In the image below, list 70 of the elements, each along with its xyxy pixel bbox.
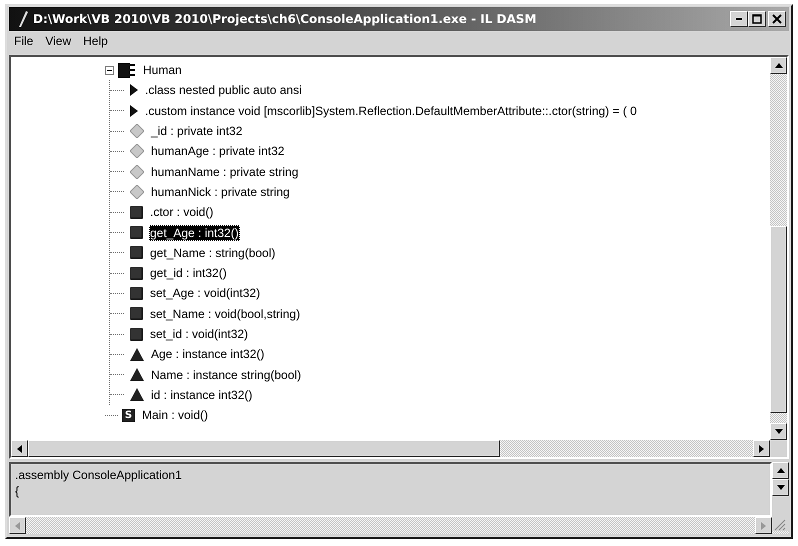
method-square-icon [130, 226, 143, 240]
minimize-icon [736, 18, 742, 20]
method-square-icon [130, 328, 143, 340]
class-icon [118, 62, 136, 78]
maximize-icon [752, 14, 762, 24]
down-arrow-icon [776, 485, 784, 490]
resize-grip-icon[interactable] [772, 517, 789, 531]
scroll-down-button[interactable] [772, 479, 789, 496]
tree-item[interactable]: get_Age : int32() [149, 224, 240, 241]
minimize-button[interactable] [730, 11, 748, 27]
scrollbar-thumb[interactable] [28, 440, 500, 457]
up-arrow-icon [774, 63, 782, 68]
maximize-button[interactable] [748, 11, 766, 27]
tree-item[interactable]: get_id : int32() [149, 265, 228, 282]
up-arrow-icon [776, 468, 784, 473]
output-line: .assembly ConsoleApplication1 [15, 467, 182, 483]
window-title: D:\Work\VB 2010\VB 2010\Projects\ch6\ConsoleApplication1.exe - IL DASM [33, 12, 538, 26]
scroll-up-button[interactable] [772, 462, 789, 479]
diamond-icon [130, 124, 144, 138]
scroll-down-button[interactable] [770, 423, 787, 440]
close-button[interactable] [768, 11, 786, 27]
down-arrow-icon [774, 429, 782, 434]
left-arrow-icon [15, 522, 20, 530]
tree-item[interactable]: get_Name : string(bool) [149, 244, 276, 261]
vertical-scrollbar[interactable] [770, 57, 787, 440]
menu-item[interactable]: Help [83, 34, 108, 48]
method-square-icon [130, 307, 143, 320]
tree-item[interactable]: humanName : private string [150, 164, 300, 180]
up-triangle-icon [130, 368, 144, 382]
tree-item[interactable]: set_Age : void(int32) [149, 285, 262, 302]
tree-item[interactable]: set_Name : void(bool,string) [149, 306, 302, 322]
scrollbar-corner [770, 440, 787, 457]
scroll-up-button[interactable] [770, 57, 787, 74]
up-triangle-icon [130, 348, 144, 361]
tree-item[interactable]: id : instance int32() [150, 386, 254, 403]
right-triangle-icon [130, 104, 138, 117]
collapse-toggle[interactable] [105, 66, 114, 75]
left-arrow-icon [17, 444, 22, 452]
right-arrow-icon [761, 522, 766, 530]
scroll-left-button[interactable] [11, 440, 28, 457]
method-square-icon [130, 206, 143, 219]
tree-item[interactable]: .custom instance void [mscorlib]System.Reflection.DefaultMemberAttribute::.ctor(string) = ( 0 [144, 102, 638, 119]
diamond-icon [130, 184, 144, 199]
tree-item[interactable]: Name : instance string(bool) [150, 366, 302, 383]
diamond-icon [130, 164, 144, 179]
scrollbar-thumb[interactable] [770, 226, 787, 413]
tree-item[interactable]: humanNick : private string [150, 184, 291, 200]
tree-item[interactable]: set_id : void(int32) [149, 326, 250, 342]
right-triangle-icon [130, 84, 138, 96]
tree-item[interactable]: .ctor : void() [149, 204, 214, 220]
tree-item[interactable]: .class nested public auto ansi [144, 82, 303, 98]
output-line: { [15, 483, 20, 499]
diamond-icon [130, 144, 144, 158]
close-icon [772, 14, 782, 24]
method-square-icon [130, 246, 143, 260]
tree-item[interactable]: humanAge : private int32 [150, 143, 286, 160]
method-square-icon [130, 266, 143, 280]
tree-item[interactable]: Age : instance int32() [150, 346, 266, 362]
horizontal-scrollbar[interactable] [11, 440, 787, 457]
up-triangle-icon [130, 388, 144, 402]
tree-item[interactable]: Main : void() [141, 407, 210, 424]
right-arrow-icon [759, 444, 764, 452]
menu-item[interactable]: File [14, 34, 34, 48]
tree-item[interactable]: _id : private int32 [150, 123, 244, 140]
tree-item[interactable]: Human [142, 62, 183, 78]
static-method-icon: S [122, 408, 135, 422]
menu-item[interactable]: View [45, 34, 72, 48]
lightning-icon [16, 11, 28, 27]
method-square-icon [130, 286, 143, 300]
scroll-right-button[interactable] [753, 440, 770, 457]
